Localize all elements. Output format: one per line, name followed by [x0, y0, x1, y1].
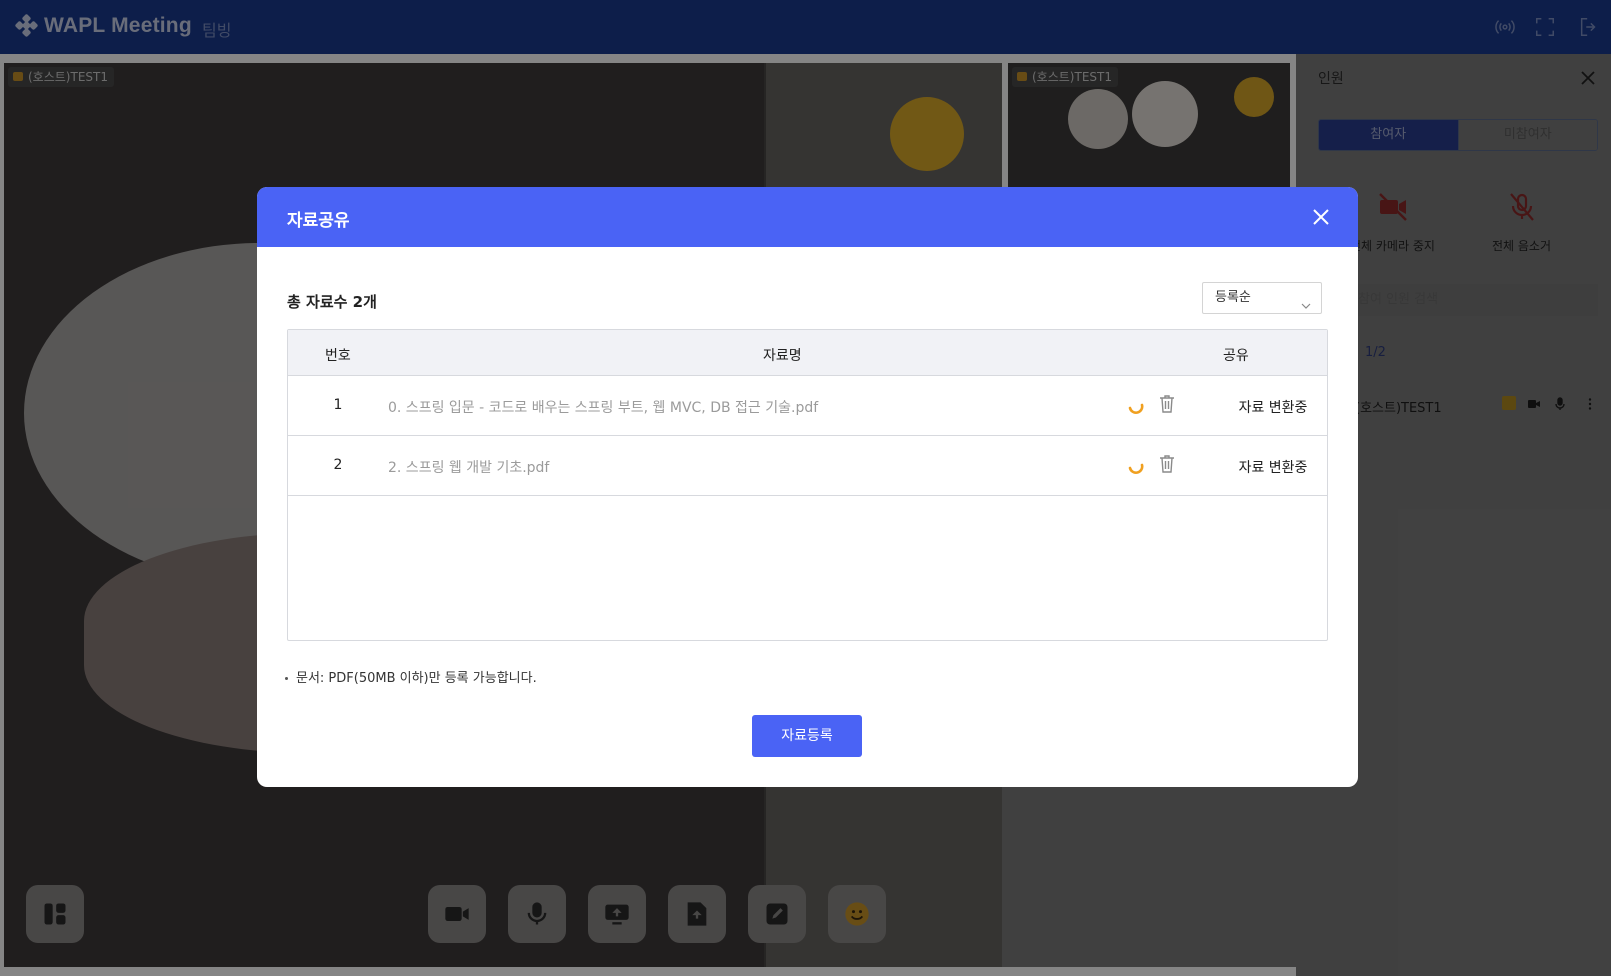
- column-header-share: 공유: [1223, 348, 1249, 364]
- chevron-down-icon: [1301, 293, 1311, 309]
- modal-header: 자료공유: [257, 187, 1358, 247]
- column-header-name: 자료명: [763, 348, 802, 364]
- table-row: 1 0. 스프링 입문 - 코드로 배우는 스프링 부트, 웹 MVC, DB …: [288, 376, 1327, 436]
- modal-title: 자료공유: [287, 211, 350, 231]
- row-file-name: 0. 스프링 입문 - 코드로 배우는 스프링 부트, 웹 MVC, DB 접근…: [388, 400, 819, 416]
- row-share-status: 자료 변환중: [1238, 400, 1308, 416]
- row-number: 1: [333, 397, 343, 413]
- loading-spinner-icon: [1126, 456, 1146, 476]
- upload-notice: 문서: PDF(50MB 이하)만 등록 가능합니다.: [285, 667, 537, 686]
- trash-icon[interactable]: [1158, 394, 1176, 414]
- row-file-name: 2. 스프링 웹 개발 기초.pdf: [388, 460, 550, 476]
- table-header: 번호 자료명 공유: [288, 330, 1327, 376]
- loading-spinner-icon: [1126, 396, 1146, 416]
- file-table: 번호 자료명 공유 1 0. 스프링 입문 - 코드로 배우는 스프링 부트, …: [287, 329, 1328, 641]
- row-share-status: 자료 변환중: [1238, 460, 1308, 476]
- sort-select[interactable]: 등록순: [1202, 282, 1322, 314]
- total-files-label: 총 자료수 2개: [287, 293, 377, 311]
- table-row: 2 2. 스프링 웹 개발 기초.pdf 자료 변환중: [288, 436, 1327, 496]
- register-file-button[interactable]: 자료등록: [752, 715, 862, 757]
- column-header-number: 번호: [325, 348, 351, 364]
- upload-notice-text: 문서: PDF(50MB 이하)만 등록 가능합니다.: [296, 671, 537, 686]
- trash-icon[interactable]: [1158, 454, 1176, 474]
- close-icon[interactable]: [1311, 207, 1331, 227]
- sort-selected-value: 등록순: [1215, 290, 1251, 305]
- row-number: 2: [333, 457, 343, 473]
- file-share-modal: 자료공유 총 자료수 2개 등록순 번호 자료명 공유 1 0. 스프링 입문 …: [257, 187, 1358, 787]
- bullet-dot: [285, 677, 288, 680]
